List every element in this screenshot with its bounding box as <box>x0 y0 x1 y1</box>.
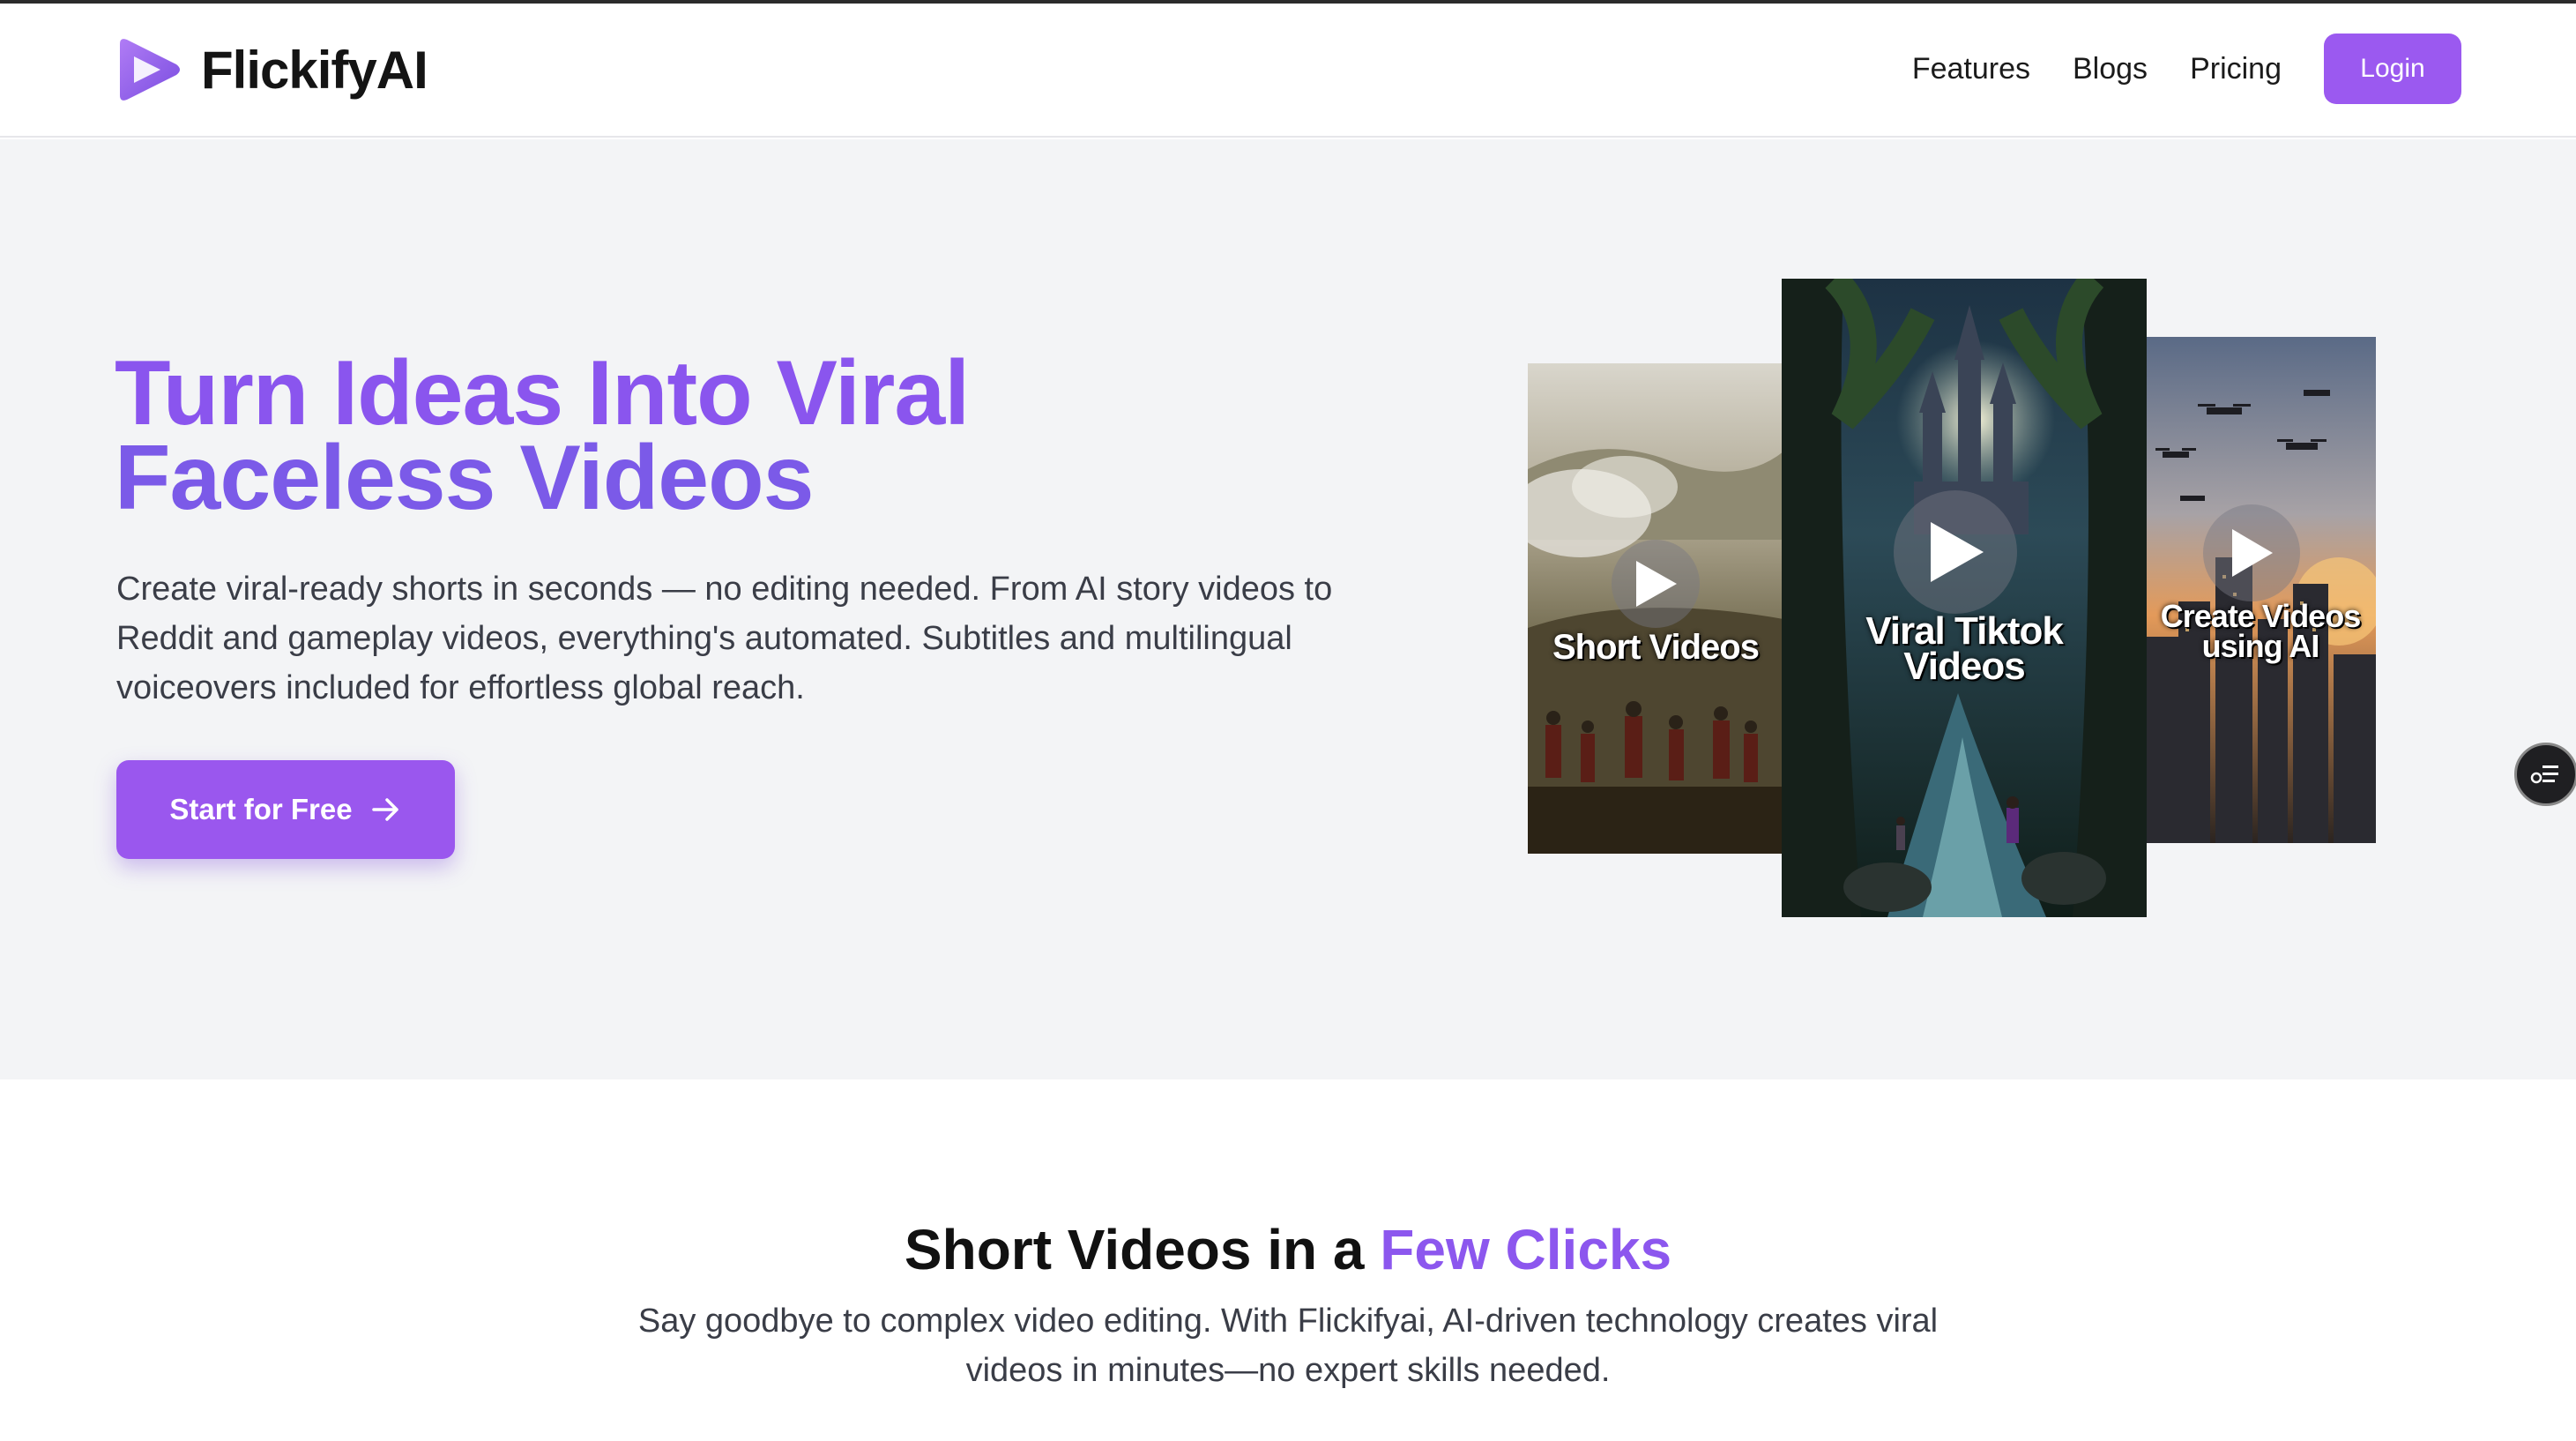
section2-title-accent: Few Clicks <box>1380 1218 1672 1281</box>
play-icon <box>1636 561 1677 607</box>
section2-title: Short Videos in a Few Clicks <box>0 1217 2576 1282</box>
card-label-create-videos-ai: Create Videos using AI <box>2160 598 2361 664</box>
play-button-left[interactable] <box>1612 540 1700 628</box>
card-label-short-videos: Short Videos <box>1552 628 1760 667</box>
video-card-short-videos[interactable]: Short Videos <box>1528 363 1783 854</box>
floating-chat-button[interactable] <box>2514 743 2576 806</box>
login-button[interactable]: Login <box>2324 34 2461 104</box>
nav-pricing[interactable]: Pricing <box>2190 52 2282 86</box>
main-nav: Features Blogs Pricing Login <box>1912 34 2461 104</box>
logo-play-icon <box>120 39 180 101</box>
video-card-create-videos-ai[interactable]: Create Videos using AI <box>2145 337 2376 843</box>
play-button-center[interactable] <box>1894 490 2017 614</box>
card-label-viral-tiktok: Viral Tiktok Videos <box>1865 609 2064 688</box>
hero-title-line1: Turn Ideas Into Viral <box>115 342 970 444</box>
cta-label: Start for Free <box>169 793 353 825</box>
nav-blogs[interactable]: Blogs <box>2073 52 2148 86</box>
section2-title-main: Short Videos in a <box>904 1218 1381 1281</box>
chat-list-icon <box>2530 765 2558 784</box>
section2-description: Say goodbye to complex video editing. Wi… <box>637 1303 1939 1389</box>
brand-name: FlickifyAI <box>201 40 428 100</box>
hero-title: Turn Ideas Into Viral Faceless Videos <box>115 342 1261 529</box>
play-icon <box>2232 529 2273 577</box>
hero-title-line2: Faceless Videos <box>115 427 814 529</box>
hero-section: Turn Ideas Into Viral Faceless Videos Cr… <box>0 139 2576 1079</box>
arrow-right-icon <box>371 798 398 821</box>
brand-logo[interactable]: FlickifyAI <box>115 35 428 104</box>
site-header: FlickifyAI Features Blogs Pricing Login <box>0 4 2576 138</box>
hero-description: Create viral-ready shorts in seconds — n… <box>116 571 1333 706</box>
video-card-viral-tiktok[interactable]: Viral Tiktok Videos <box>1782 279 2147 917</box>
start-for-free-button[interactable]: Start for Free <box>116 760 455 859</box>
play-icon <box>1931 522 1984 582</box>
nav-features[interactable]: Features <box>1912 52 2030 86</box>
play-button-right[interactable] <box>2203 504 2300 601</box>
